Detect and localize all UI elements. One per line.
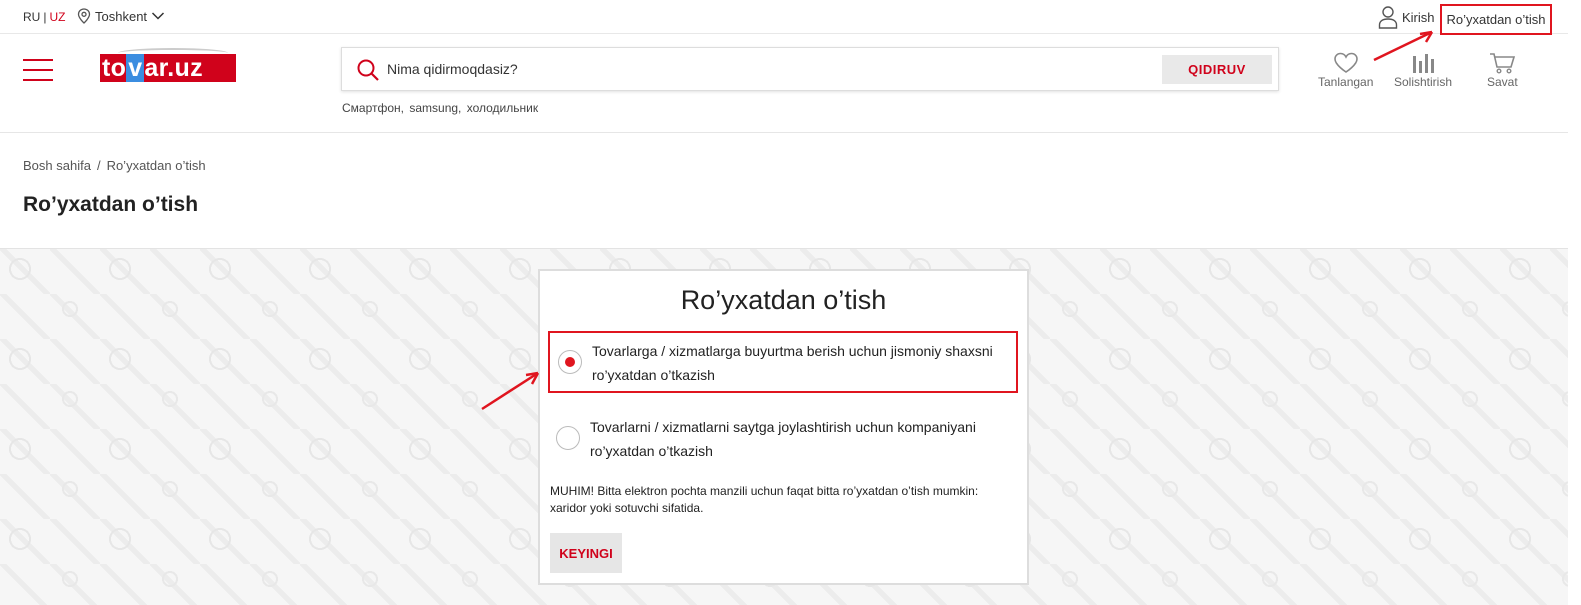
option-individual-label: Tovarlarga / xizmatlarga buyurtma berish… <box>592 343 993 383</box>
login-label: Kirish <box>1402 9 1435 25</box>
compare-button[interactable]: Solishtirish <box>1394 52 1452 89</box>
cart-icon <box>1490 53 1516 74</box>
cart-label: Savat <box>1487 75 1518 89</box>
compare-icon <box>1413 54 1435 73</box>
search-icon <box>357 59 379 81</box>
search-button[interactable]: QIDIRUV <box>1162 55 1272 84</box>
radio-individual[interactable] <box>558 350 582 374</box>
user-icon <box>1378 6 1398 29</box>
radio-company[interactable] <box>556 426 580 450</box>
search-input[interactable] <box>387 58 1147 80</box>
chevron-down-icon <box>152 12 165 20</box>
search-hint[interactable]: samsung, <box>409 101 461 115</box>
breadcrumb-home[interactable]: Bosh sahifa <box>23 158 91 173</box>
language-switcher: RU | UZ <box>23 10 65 24</box>
city-name: Toshkent <box>95 8 148 24</box>
lang-uz-link[interactable]: UZ <box>49 10 65 24</box>
cart-button[interactable]: Savat <box>1487 52 1518 89</box>
login-link[interactable]: Kirish <box>1378 5 1435 29</box>
search-hint[interactable]: Смартфон, <box>342 101 404 115</box>
lang-separator: | <box>43 10 47 24</box>
important-notice: MUHIM! Bitta elektron pochta manzili uch… <box>550 484 979 515</box>
menu-icon[interactable] <box>23 59 53 81</box>
registration-title: Ro’yxatdan o’tish <box>680 285 887 315</box>
registration-card: Ro’yxatdan o’tish Tovarlarga / xizmatlar… <box>538 269 1029 585</box>
search-hint[interactable]: холодильник <box>467 101 538 115</box>
heart-icon <box>1333 52 1358 73</box>
favorites-label: Tanlangan <box>1318 75 1374 89</box>
site-logo[interactable]: tovar.uz <box>100 54 236 82</box>
compare-label: Solishtirish <box>1394 75 1453 89</box>
top-bar: RU | UZ Toshkent Kirish Ro’yxatdan o’tish <box>0 0 1568 35</box>
breadcrumb: Bosh sahifa / Ro’yxatdan o’tish <box>23 158 206 173</box>
city-selector[interactable]: Toshkent <box>77 8 165 24</box>
header: tovar.uz QIDIRUV Смартфон, samsung, холо… <box>0 34 1568 133</box>
option-company-label: Tovarlarni / xizmatlarni saytga joylasht… <box>590 419 976 459</box>
location-pin-icon <box>77 8 91 24</box>
option-individual[interactable]: Tovarlarga / xizmatlarga buyurtma berish… <box>548 331 1018 393</box>
breadcrumb-separator: / <box>96 158 101 173</box>
breadcrumb-current: Ro’yxatdan o’tish <box>106 158 206 173</box>
register-link[interactable]: Ro’yxatdan o’tish <box>1440 4 1552 35</box>
search-bar: QIDIRUV <box>341 47 1279 91</box>
favorites-button[interactable]: Tanlangan <box>1318 52 1373 89</box>
page-title: Ro’yxatdan o’tish <box>23 193 199 216</box>
search-hints: Смартфон, samsung, холодильник <box>342 101 540 115</box>
option-company[interactable]: Tovarlarni / xizmatlarni saytga joylasht… <box>548 407 1018 469</box>
lang-ru-link[interactable]: RU <box>23 10 40 24</box>
next-button[interactable]: KEYINGI <box>550 533 622 573</box>
